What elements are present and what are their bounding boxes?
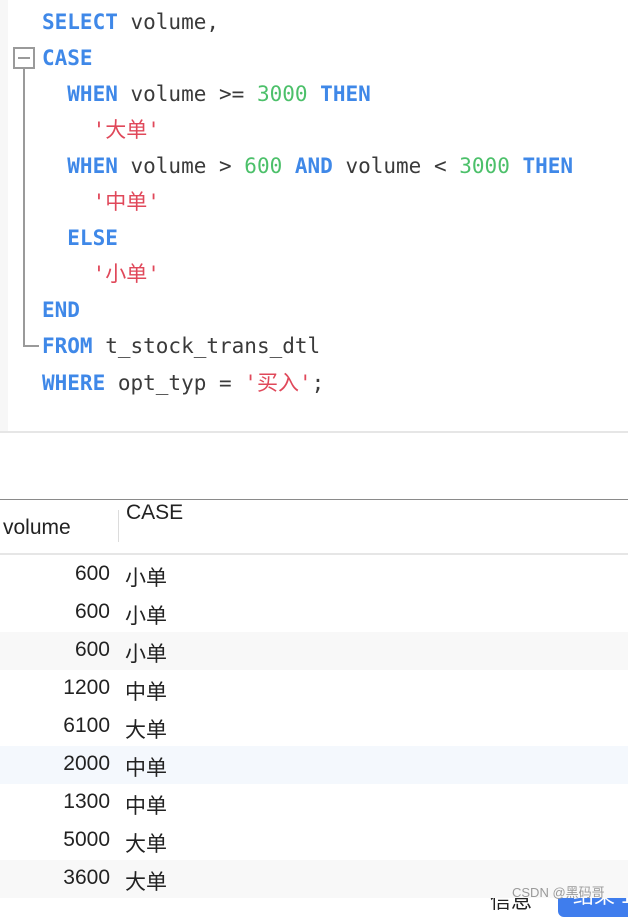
cell-volume[interactable]: 1300 <box>63 790 110 814</box>
table-row[interactable]: 600 小单 <box>0 632 628 670</box>
cell-volume[interactable]: 3600 <box>63 866 110 890</box>
code-line: '大单' <box>42 112 160 148</box>
table-row[interactable]: 1300 中单 <box>0 784 628 822</box>
sql-string: '买入' <box>244 371 312 395</box>
table-row[interactable]: 5000 大单 <box>0 822 628 860</box>
column-header-case[interactable]: CASE <box>126 501 183 525</box>
cell-volume[interactable]: 600 <box>75 562 110 586</box>
cell-case[interactable]: 中单 <box>125 790 167 820</box>
sql-editor[interactable]: SELECT volume, CASE WHEN volume >= 3000 T… <box>0 0 628 431</box>
watermark: CSDN @黑码哥 <box>512 885 605 900</box>
code-line: '中单' <box>42 184 160 220</box>
table-row[interactable]: 600 小单 <box>0 556 628 594</box>
sql-number: 600 <box>244 154 283 178</box>
sql-keyword: AND <box>294 154 333 178</box>
sql-text: ; <box>311 371 325 395</box>
result-toolbar: 信息 结果 1 <box>0 433 628 917</box>
sql-string: '中单' <box>42 190 160 214</box>
result-grid: 600 小单 600 小单 600 小单 1200 中单 6100 大单 2000 中单 1300 中单 5… <box>0 556 628 898</box>
sql-text: t_stock_trans_dtl <box>92 334 321 358</box>
column-header-volume[interactable]: volume <box>3 516 71 540</box>
sql-keyword: SELECT <box>42 10 118 34</box>
cell-volume[interactable]: 2000 <box>63 752 110 776</box>
cell-volume[interactable]: 1200 <box>63 676 110 700</box>
sql-string: '大单' <box>42 118 160 142</box>
cell-case[interactable]: 小单 <box>125 562 167 592</box>
sql-text: volume >= <box>117 82 257 106</box>
table-header: volume CASE <box>0 500 628 553</box>
code-line: WHEN volume > 600 AND volume < 3000 THEN <box>42 148 573 184</box>
code-line: ELSE <box>42 220 118 256</box>
cell-volume[interactable]: 600 <box>75 638 110 662</box>
sql-number: 3000 <box>459 154 510 178</box>
cell-case[interactable]: 大单 <box>125 828 167 858</box>
code-line: WHEN volume >= 3000 THEN <box>42 76 371 112</box>
fold-guide-end <box>23 345 39 347</box>
sql-keyword: CASE <box>42 46 93 70</box>
cell-case[interactable]: 小单 <box>125 600 167 630</box>
cell-volume[interactable]: 6100 <box>63 714 110 738</box>
cell-volume[interactable]: 600 <box>75 600 110 624</box>
cell-case[interactable]: 小单 <box>125 638 167 668</box>
sql-keyword: WHERE <box>42 371 106 395</box>
code-line: CASE <box>42 40 93 76</box>
sql-keyword: WHEN <box>42 82 118 106</box>
sql-keyword: ELSE <box>42 226 118 250</box>
column-resize-handle[interactable] <box>118 510 119 542</box>
cell-case[interactable]: 中单 <box>125 676 167 706</box>
sql-text: volume, <box>117 10 220 34</box>
table-row[interactable]: 2000 中单 <box>0 746 628 784</box>
fold-collapse-icon[interactable] <box>13 47 35 69</box>
cell-case[interactable]: 大单 <box>125 866 167 896</box>
table-header-border <box>0 553 628 555</box>
editor-gutter <box>0 0 8 431</box>
cell-volume[interactable]: 5000 <box>63 828 110 852</box>
sql-string: '小单' <box>42 262 160 286</box>
code-line: SELECT volume, <box>42 4 219 40</box>
sql-text: volume > <box>117 154 245 178</box>
table-row[interactable]: 600 小单 <box>0 594 628 632</box>
sql-keyword: FROM <box>42 334 93 358</box>
sql-text: opt_typ = <box>105 371 245 395</box>
code-line: FROM t_stock_trans_dtl <box>42 328 320 364</box>
sql-number: 3000 <box>256 82 308 106</box>
sql-keyword: WHEN <box>42 154 118 178</box>
table-row[interactable]: 6100 大单 <box>0 708 628 746</box>
code-line: '小单' <box>42 256 160 292</box>
code-line: END <box>42 292 80 328</box>
sql-keyword: THEN <box>522 154 574 178</box>
sql-keyword: THEN <box>320 82 371 106</box>
table-row[interactable]: 1200 中单 <box>0 670 628 708</box>
code-line: WHERE opt_typ = '买入'; <box>42 365 324 401</box>
cell-case[interactable]: 大单 <box>125 714 167 744</box>
sql-keyword: END <box>42 298 80 322</box>
fold-guide-line <box>23 69 25 346</box>
cell-case[interactable]: 中单 <box>125 752 167 782</box>
sql-text: volume < <box>332 154 460 178</box>
